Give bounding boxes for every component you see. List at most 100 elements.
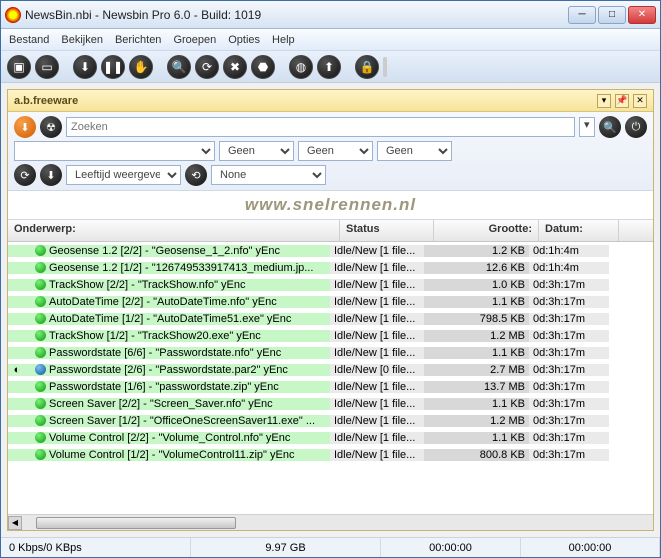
power-icon[interactable]: ⏻ — [625, 116, 647, 138]
close-button[interactable]: ✕ — [628, 6, 656, 24]
cell-subject: TrackShow [2/2] - "TrackShow.nfo" yEnc — [8, 279, 330, 291]
menu-groepen[interactable]: Groepen — [173, 34, 216, 46]
status-dot-icon — [35, 381, 46, 392]
col-size[interactable]: Grootte: — [434, 220, 539, 241]
status-dot-icon — [35, 296, 46, 307]
cell-subject: Passwordstate [1/6] - "passwordstate.zip… — [8, 381, 330, 393]
cell-size: 1.2 MB — [424, 415, 529, 427]
cell-subject: AutoDateTime [2/2] - "AutoDateTime.nfo" … — [8, 296, 330, 308]
cell-status: Idle/New [1 file... — [330, 313, 424, 325]
cell-date: 0d:3h:17m — [529, 415, 609, 427]
table-row[interactable]: Passwordstate [6/6] - "Passwordstate.nfo… — [8, 344, 653, 361]
download-icon[interactable]: ⬇ — [73, 55, 97, 79]
table-row[interactable]: Screen Saver [2/2] - "Screen_Saver.nfo" … — [8, 395, 653, 412]
refresh-icon[interactable]: ⟳ — [195, 55, 219, 79]
panel-close-icon[interactable]: ✕ — [633, 94, 647, 108]
group-panel: a.b.freeware ▾ 📌 ✕ ⬇ ☢ ▾ 🔍 ⏻ Geen Geen — [7, 89, 654, 531]
cell-subject: TrackShow [1/2] - "TrackShow20.exe" yEnc — [8, 330, 330, 342]
filter-select-2[interactable]: Geen — [219, 141, 294, 161]
titlebar[interactable]: NewsBin.nbi - Newsbin Pro 6.0 - Build: 1… — [1, 1, 660, 29]
radiation-icon[interactable]: ☢ — [40, 116, 62, 138]
globe-icon[interactable]: ◍ — [289, 55, 313, 79]
none-select[interactable]: None — [211, 165, 326, 185]
cell-subject: Passwordstate [6/6] - "Passwordstate.nfo… — [8, 347, 330, 359]
toolbar-grip[interactable] — [383, 57, 387, 77]
table-row[interactable]: AutoDateTime [2/2] - "AutoDateTime.nfo" … — [8, 293, 653, 310]
table-row[interactable]: Geosense 1.2 [1/2] - "126749533917413_me… — [8, 259, 653, 276]
table-row[interactable]: Volume Control [2/2] - "Volume_Control.n… — [8, 429, 653, 446]
subject-text: Geosense 1.2 [2/2] - "Geosense_1_2.nfo" … — [49, 245, 280, 257]
cell-subject: Geosense 1.2 [1/2] - "126749533917413_me… — [8, 262, 330, 274]
horizontal-scrollbar[interactable]: ◀ — [8, 514, 653, 530]
age-select[interactable]: Leeftijd weergeve — [66, 165, 181, 185]
cell-status: Idle/New [0 file... — [330, 364, 424, 376]
upload-icon[interactable]: ⬆ — [317, 55, 341, 79]
col-subject[interactable]: Onderwerp: — [8, 220, 340, 241]
minimize-button[interactable]: ─ — [568, 6, 596, 24]
search-dropdown-icon[interactable]: ▾ — [579, 117, 595, 137]
separator — [63, 55, 69, 79]
table-row[interactable]: AutoDateTime [1/2] - "AutoDateTime51.exe… — [8, 310, 653, 327]
cell-subject: Volume Control [2/2] - "Volume_Control.n… — [8, 432, 330, 444]
col-date[interactable]: Datum: — [539, 220, 619, 241]
cell-status: Idle/New [1 file... — [330, 262, 424, 274]
cell-subject: Screen Saver [2/2] - "Screen_Saver.nfo" … — [8, 398, 330, 410]
menu-help[interactable]: Help — [272, 34, 295, 46]
cell-date: 0d:1h:4m — [529, 245, 609, 257]
menu-opties[interactable]: Opties — [228, 34, 260, 46]
subject-text: Geosense 1.2 [1/2] - "126749533917413_me… — [49, 262, 313, 274]
col-status[interactable]: Status — [340, 220, 434, 241]
menu-bestand[interactable]: Bestand — [9, 34, 49, 46]
separator — [279, 55, 285, 79]
lock-icon[interactable]: 🔒 — [355, 55, 379, 79]
subject-text: AutoDateTime [1/2] - "AutoDateTime51.exe… — [49, 313, 291, 325]
search-go-icon[interactable]: 🔍 — [599, 116, 621, 138]
folder-icon[interactable]: ▭ — [35, 55, 59, 79]
filter-select-3[interactable]: Geen — [298, 141, 373, 161]
status-dot-icon — [35, 432, 46, 443]
subject-text: Volume Control [2/2] - "Volume_Control.n… — [49, 432, 290, 444]
table-row[interactable]: Screen Saver [1/2] - "OfficeOneScreenSav… — [8, 412, 653, 429]
cancel-icon[interactable]: ✖ — [223, 55, 247, 79]
table-row[interactable]: Passwordstate [1/6] - "passwordstate.zip… — [8, 378, 653, 395]
cell-date: 0d:3h:17m — [529, 330, 609, 342]
status-dot-icon — [35, 415, 46, 426]
listview-body[interactable]: Geosense 1.2 [2/2] - "Geosense_1_2.nfo" … — [8, 242, 653, 514]
status-dot-icon — [35, 398, 46, 409]
scroll-left-icon[interactable]: ◀ — [8, 516, 22, 530]
subject-text: Passwordstate [6/6] - "Passwordstate.nfo… — [49, 347, 281, 359]
panel-pin-icon[interactable]: 📌 — [615, 94, 629, 108]
shield-icon[interactable]: ⬣ — [251, 55, 275, 79]
status-dot-icon — [35, 347, 46, 358]
stop-icon[interactable]: ✋ — [129, 55, 153, 79]
download-selected-icon[interactable]: ⬇ — [14, 116, 36, 138]
cell-date: 0d:3h:17m — [529, 364, 609, 376]
refresh-list-icon[interactable]: ⟳ — [14, 164, 36, 186]
search-input[interactable] — [66, 117, 575, 137]
menu-berichten[interactable]: Berichten — [115, 34, 161, 46]
table-row[interactable]: Volume Control [1/2] - "VolumeControl11.… — [8, 446, 653, 463]
cell-subject: ◐Passwordstate [2/6] - "Passwordstate.pa… — [8, 364, 330, 376]
table-row[interactable]: TrackShow [2/2] - "TrackShow.nfo" yEncId… — [8, 276, 653, 293]
scroll-thumb[interactable] — [36, 517, 236, 529]
cell-status: Idle/New [1 file... — [330, 279, 424, 291]
pause-icon[interactable]: ❚❚ — [101, 55, 125, 79]
main-toolbar: ▣ ▭ ⬇ ❚❚ ✋ 🔍 ⟳ ✖ ⬣ ◍ ⬆ 🔒 — [1, 51, 660, 83]
filter-select-4[interactable]: Geen — [377, 141, 452, 161]
search-icon[interactable]: 🔍 — [167, 55, 191, 79]
subject-text: TrackShow [1/2] - "TrackShow20.exe" yEnc — [49, 330, 261, 342]
collapse-icon[interactable]: ⬇ — [40, 164, 62, 186]
cell-date: 0d:3h:17m — [529, 432, 609, 444]
cell-size: 2.7 MB — [424, 364, 529, 376]
table-row[interactable]: ◐Passwordstate [2/6] - "Passwordstate.pa… — [8, 361, 653, 378]
panel-dropdown-icon[interactable]: ▾ — [597, 94, 611, 108]
menu-bekijken[interactable]: Bekijken — [61, 34, 103, 46]
table-row[interactable]: TrackShow [1/2] - "TrackShow20.exe" yEnc… — [8, 327, 653, 344]
maximize-button[interactable]: □ — [598, 6, 626, 24]
tool-1-icon[interactable]: ▣ — [7, 55, 31, 79]
cell-date: 0d:3h:17m — [529, 279, 609, 291]
subject-text: Passwordstate [1/6] - "passwordstate.zip… — [49, 381, 279, 393]
filter-select-1[interactable] — [14, 141, 215, 161]
table-row[interactable]: Geosense 1.2 [2/2] - "Geosense_1_2.nfo" … — [8, 242, 653, 259]
reset-icon[interactable]: ⟲ — [185, 164, 207, 186]
